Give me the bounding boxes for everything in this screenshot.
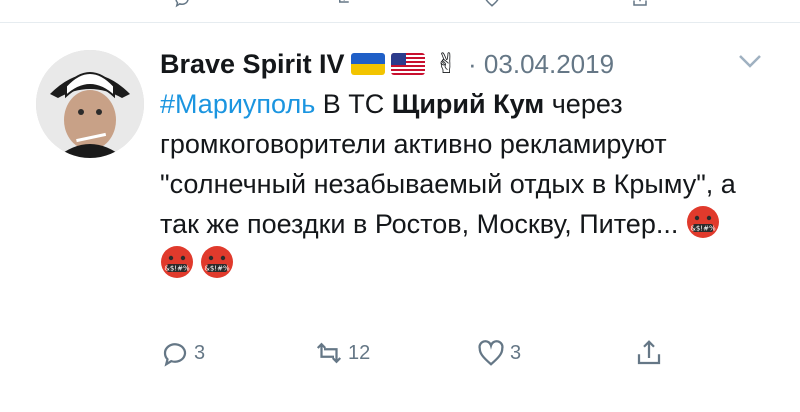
reply-icon (163, 343, 187, 367)
like-count: 3 (510, 341, 522, 364)
svg-text:&$!#%: &$!#% (690, 225, 716, 233)
reply-icon[interactable] (172, 0, 192, 8)
victory-hand-icon: ✌ (434, 48, 459, 79)
svg-text:&$!#%: &$!#% (204, 265, 230, 273)
tweet-date[interactable]: · 03.04.2019 (468, 49, 614, 80)
tweet-header: Brave Spirit IV ✌ · 03.04.2019 (160, 44, 614, 84)
previous-tweet-actions (0, 0, 800, 23)
tweet-text: #Мариуполь В ТС Щирий Кум через громкого… (160, 84, 770, 284)
like-icon[interactable] (482, 0, 502, 8)
tweet-actions: 3 12 3 (0, 330, 800, 380)
retweet-button[interactable]: 12 (314, 338, 370, 368)
ukraine-flag-icon (350, 53, 385, 75)
svg-text:&$!#%: &$!#% (164, 265, 190, 273)
reply-button[interactable]: 3 (160, 338, 205, 368)
face-with-symbols-on-mouth-icon: &$!#% (200, 245, 234, 279)
author-display-name[interactable]: Brave Spirit IV (160, 49, 345, 80)
share-icon (637, 340, 661, 365)
retweet-icon[interactable] (332, 0, 352, 8)
face-with-symbols-on-mouth-icon: &$!#% (160, 245, 194, 279)
tweet-text-bold: Щирий Кум (391, 89, 545, 119)
like-button[interactable]: 3 (476, 338, 521, 368)
like-icon (478, 340, 504, 366)
share-button[interactable] (634, 338, 668, 368)
tweet-text-part: В ТС (315, 89, 392, 119)
share-icon[interactable] (630, 0, 650, 8)
face-with-symbols-on-mouth-icon: &$!#% (686, 205, 720, 239)
reply-count: 3 (194, 341, 206, 364)
usa-flag-icon (390, 53, 425, 75)
hashtag-link[interactable]: #Мариуполь (160, 89, 315, 119)
chevron-down-icon[interactable] (736, 52, 764, 70)
retweet-icon (316, 342, 342, 364)
avatar[interactable] (36, 50, 144, 158)
retweet-count: 12 (348, 341, 371, 364)
